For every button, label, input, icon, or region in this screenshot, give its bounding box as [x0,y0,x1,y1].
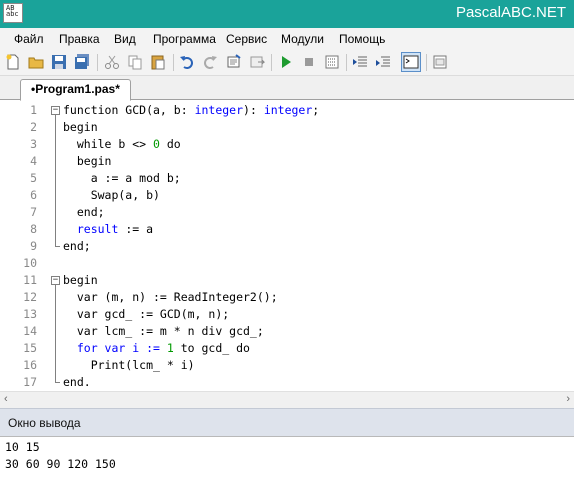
app-logo-icon: AB abc [3,3,23,23]
console-icon[interactable] [401,52,421,72]
step-into-icon[interactable] [375,54,391,70]
menu-program[interactable]: Программа [153,32,216,46]
code-line: 8 result := a [30,222,154,236]
form-designer-icon[interactable] [432,54,448,70]
step-over-icon[interactable] [352,54,368,70]
output-panel-title: Окно вывода [8,416,81,430]
debug-icon[interactable] [324,54,340,70]
code-editor[interactable]: − − 1 function GCD(a, b: integer): intege… [0,101,574,391]
find-icon[interactable] [226,54,242,70]
window-title: PascalABC.NET [455,4,566,21]
stop-icon[interactable] [301,54,317,70]
code-line: 7 end; [30,205,105,219]
code-line: 6 Swap(a, b) [30,188,160,202]
code-line: 11 begin [23,273,98,287]
menu-modules[interactable]: Модули [281,32,324,46]
code-line: 13 var gcd_ := GCD(m, n); [23,307,230,321]
undo-icon[interactable] [179,54,195,70]
code-line: 17 end. [23,375,91,389]
code-line: 15 for var i := 1 to gcd_ do [23,341,250,355]
code-line: 16 Print(lcm_ * i) [23,358,195,372]
cut-icon[interactable] [104,54,120,70]
output-line: 30 60 90 120 150 [5,457,116,471]
new-file-icon[interactable] [5,54,21,70]
save-all-icon[interactable] [74,54,90,70]
output-panel[interactable]: 10 15 30 60 90 120 150 [0,436,574,477]
scroll-left-icon[interactable]: ‹ [4,393,8,405]
open-folder-icon[interactable] [28,54,44,70]
tab-program1[interactable]: •Program1.pas* [20,79,131,101]
code-line: 9 end; [30,239,91,253]
horizontal-scrollbar[interactable]: ‹ › [0,391,574,408]
code-line: 1 function GCD(a, b: integer): integer; [30,103,320,117]
replace-icon[interactable] [249,54,265,70]
code-line: 10 [23,256,37,270]
menu-bar: Файл Правка Вид Программа Сервис Модули … [0,28,574,50]
output-panel-header: Окно вывода [0,408,574,436]
copy-icon[interactable] [127,54,143,70]
output-line: 10 15 [5,440,40,454]
title-bar: AB abc PascalABC.NET [0,0,574,28]
code-line: 4 begin [30,154,112,168]
code-line: 14 var lcm_ := m * n div gcd_; [23,324,264,338]
menu-edit[interactable]: Правка [59,32,100,46]
code-line: 3 while b <> 0 do [30,137,181,151]
save-icon[interactable] [51,54,67,70]
menu-file[interactable]: Файл [14,32,44,46]
code-line: 12 var (m, n) := ReadInteger2(); [23,290,278,304]
toolbar [0,50,574,76]
redo-icon[interactable] [202,54,218,70]
menu-service[interactable]: Сервис [226,32,267,46]
run-icon[interactable] [278,54,294,70]
tab-strip: •Program1.pas* [0,76,574,101]
menu-help[interactable]: Помощь [339,32,385,46]
scroll-right-icon[interactable]: › [566,393,570,405]
paste-icon[interactable] [150,54,166,70]
code-line: 2 begin [30,120,98,134]
menu-view[interactable]: Вид [114,32,136,46]
code-line: 5 a := a mod b; [30,171,181,185]
